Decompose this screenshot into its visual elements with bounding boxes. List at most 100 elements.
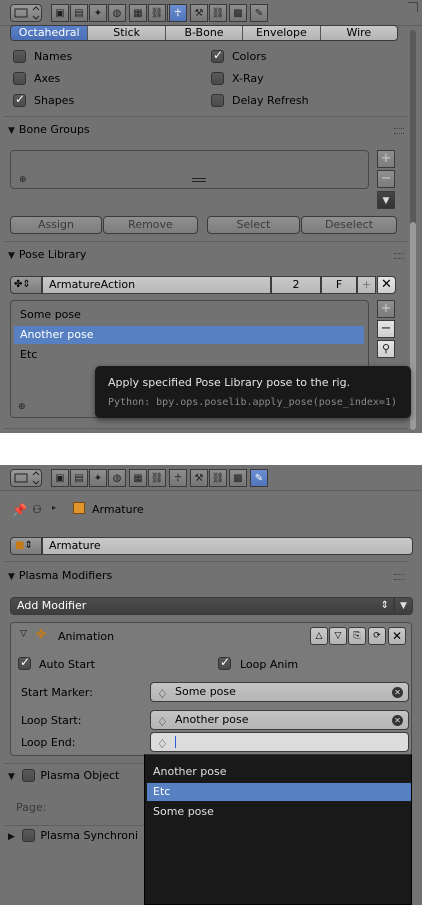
editor-type-menu[interactable] — [10, 469, 42, 487]
xray-label: X-Ray — [232, 72, 264, 85]
plasma-tab-icon[interactable]: ✎ — [250, 4, 268, 22]
action-users-count[interactable]: 2 — [271, 276, 321, 294]
plasma-synchronization-header[interactable]: ▶ Plasma Synchroni — [8, 826, 138, 846]
loop-end-field[interactable]: ♢ — [150, 732, 409, 752]
world-tab-icon[interactable]: ◍ — [108, 4, 126, 22]
start-marker-field[interactable]: ♢ Some pose ✕ — [150, 682, 409, 702]
bone-groups-header[interactable]: ▼ Bone Groups — [8, 120, 90, 140]
constraints-tab-icon[interactable]: ⛓ — [148, 4, 166, 22]
select-button[interactable]: Select — [207, 216, 300, 234]
clear-icon[interactable]: ✕ — [392, 715, 403, 726]
corner-grip-icon[interactable] — [408, 2, 418, 12]
world-tab-icon[interactable]: ◍ — [108, 469, 126, 487]
action-name-field[interactable]: ArmatureAction — [42, 276, 271, 294]
datablock-browse-button[interactable]: ■⇕ — [10, 537, 42, 555]
names-checkbox[interactable] — [13, 50, 26, 63]
editor-type-menu[interactable] — [10, 4, 42, 22]
remove-modifier-button[interactable]: ✕ — [388, 627, 406, 645]
bone-group-specials-button[interactable]: ▼ — [377, 191, 395, 209]
list-filter-icon[interactable]: ⊕ — [19, 175, 27, 185]
display-mode-envelope[interactable]: Envelope — [243, 26, 321, 40]
constraints-tab-icon[interactable]: ⛓ — [148, 469, 166, 487]
pose-library-header[interactable]: ▼ Pose Library — [8, 245, 86, 265]
pose-list-item[interactable]: Some pose — [14, 306, 364, 324]
chevron-updown-icon: ⇕ — [380, 600, 389, 611]
display-mode-wire[interactable]: Wire — [320, 26, 397, 40]
display-mode-bbone[interactable]: B-Bone — [165, 26, 244, 40]
dropdown-item[interactable]: Another pose — [147, 763, 411, 781]
fake-user-button[interactable]: F — [321, 276, 357, 294]
plasma-object-checkbox[interactable] — [22, 768, 36, 782]
drag-grip-icon[interactable] — [394, 253, 404, 259]
new-action-button[interactable]: + — [357, 276, 376, 294]
copy-modifier-button[interactable]: ⎘ — [348, 627, 366, 645]
move-up-button[interactable]: △ — [310, 627, 328, 645]
texture-tab-icon[interactable]: ▩ — [229, 4, 247, 22]
axes-checkbox[interactable] — [13, 72, 26, 85]
bone-constraints-tab-icon[interactable]: ⛓ — [209, 4, 227, 22]
plasma-modifiers-header[interactable]: ▼ Plasma Modifiers — [8, 566, 112, 586]
bone-tab-icon[interactable]: ⚒ — [190, 4, 208, 22]
display-mode-selector: Octahedral Stick B-Bone Envelope Wire — [10, 25, 398, 41]
add-bone-group-button[interactable]: + — [377, 150, 395, 168]
unlink-action-button[interactable]: ✕ — [377, 276, 396, 294]
remove-bone-group-button[interactable]: − — [377, 170, 395, 188]
plasma-object-header[interactable]: ▼ Plasma Object — [8, 766, 119, 786]
display-mode-stick[interactable]: Stick — [88, 26, 166, 40]
xray-checkbox[interactable] — [211, 72, 224, 85]
collapse-triangle-icon[interactable]: ▽ — [20, 629, 27, 639]
dropdown-item[interactable]: Some pose — [147, 803, 411, 821]
reset-modifier-button[interactable]: ⟳ — [368, 627, 386, 645]
bone-groups-list[interactable]: ⊕ — [10, 150, 369, 189]
magnifier-icon: ⚲ — [381, 342, 391, 355]
render-layers-tab-icon[interactable]: ▤ — [70, 4, 88, 22]
move-down-button[interactable]: ▽ — [329, 627, 347, 645]
scene-tab-icon[interactable]: ✦ — [89, 469, 107, 487]
pose-library-title: Pose Library — [18, 248, 87, 261]
pose-list-item-selected[interactable]: Another pose — [14, 326, 364, 344]
plasma-tab-icon[interactable]: ✎ — [250, 469, 268, 487]
render-tab-icon[interactable]: ▣ — [51, 4, 69, 22]
bone-tab-icon[interactable]: ⚒ — [190, 469, 208, 487]
dropdown-item-selected[interactable]: Etc — [147, 783, 411, 801]
object-tab-icon[interactable]: ▦ — [129, 4, 147, 22]
modifier-specials-button[interactable]: ▼ — [394, 597, 413, 615]
render-tab-icon[interactable]: ▣ — [51, 469, 69, 487]
add-modifier-menu[interactable]: Add Modifier ⇕ — [10, 597, 394, 615]
clear-icon[interactable]: ✕ — [392, 687, 403, 698]
apply-pose-button[interactable]: ⚲ — [377, 340, 395, 358]
deselect-button[interactable]: Deselect — [301, 216, 397, 234]
remove-pose-button[interactable]: − — [377, 320, 395, 338]
loop-anim-checkbox[interactable] — [218, 655, 231, 670]
drag-grip-icon[interactable] — [394, 574, 404, 580]
shapes-checkbox[interactable] — [13, 92, 26, 107]
assign-button[interactable]: Assign — [10, 216, 102, 234]
loop-start-field[interactable]: ♢ Another pose ✕ — [150, 710, 409, 730]
tooltip-title: Apply specified Pose Library pose to the… — [108, 376, 351, 389]
pin-icon[interactable]: 📌 — [12, 503, 27, 517]
bone-data-tab-icon[interactable]: ☥ — [169, 469, 187, 487]
texture-tab-icon[interactable]: ▩ — [229, 469, 247, 487]
chevron-updown-icon: ⇕ — [24, 540, 33, 551]
remove-button[interactable]: Remove — [103, 216, 198, 234]
delay-refresh-checkbox[interactable] — [211, 94, 224, 107]
list-resize-grip-icon[interactable] — [192, 178, 206, 182]
bone-constraints-tab-icon[interactable]: ⛓ — [209, 469, 227, 487]
auto-start-checkbox[interactable] — [18, 655, 31, 670]
list-filter-icon[interactable]: ⊕ — [18, 402, 26, 412]
bone-groups-title: Bone Groups — [18, 123, 90, 136]
datablock-name-field[interactable]: Armature — [42, 537, 413, 555]
action-browse-button[interactable]: ✤⇕ — [10, 276, 42, 294]
close-icon: ✕ — [391, 629, 403, 643]
render-layers-tab-icon[interactable]: ▤ — [70, 469, 88, 487]
add-pose-button[interactable]: + — [377, 300, 395, 318]
animation-modifier-title: Animation — [58, 630, 115, 643]
pose-list-item[interactable]: Etc — [14, 346, 364, 364]
bone-data-tab-icon[interactable]: ☥ — [169, 4, 187, 22]
object-tab-icon[interactable]: ▦ — [129, 469, 147, 487]
plasma-synchronization-checkbox[interactable] — [22, 828, 36, 842]
colors-checkbox[interactable] — [211, 48, 224, 63]
display-mode-octahedral[interactable]: Octahedral — [11, 26, 89, 40]
scene-tab-icon[interactable]: ✦ — [89, 4, 107, 22]
drag-grip-icon[interactable] — [394, 128, 404, 134]
